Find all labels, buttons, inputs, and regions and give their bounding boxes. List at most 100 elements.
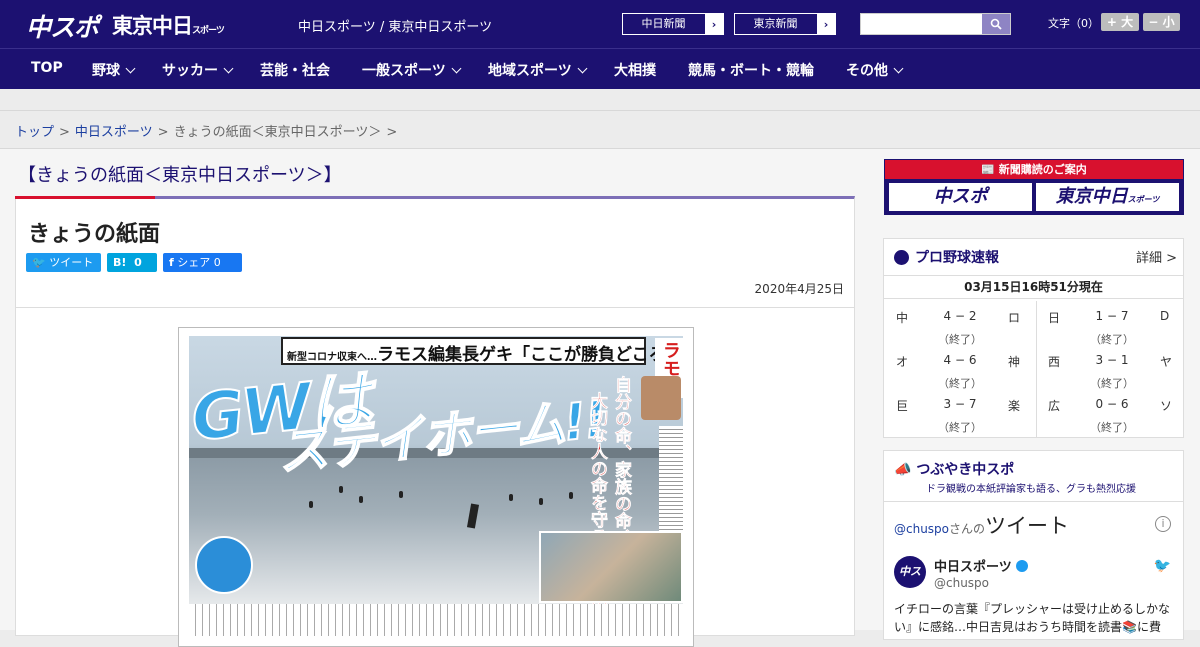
band-main-text: ラモス編集長ゲキ「ここが勝負どころ」 [377,345,683,365]
team-away: D [1160,309,1170,323]
newspaper-front-page-image[interactable]: 新型コロナ収束へ…ラモス編集長ゲキ「ここが勝負どころ」 GWは ステイホーム!!… [178,327,694,647]
embed-suffix: さんの [949,522,986,536]
newspaper-icon: 📰 [981,163,995,176]
team-home: 西 [1048,355,1061,369]
breadcrumb-current: きょうの紙面＜東京中日スポーツ＞ [173,125,382,140]
team-home: オ [896,355,909,369]
ad-banner-text: 📰 新聞購読のご案内 [885,160,1183,179]
game-score[interactable]: 広 0 − 6 ソ （終了） [1036,389,1186,434]
game-score[interactable]: 西 3 − 1 ヤ （終了） [1036,345,1186,390]
tweet-author-name[interactable]: 中日スポーツ [934,556,1028,575]
nav-item-entertainment[interactable]: 芸能・社会 [260,60,330,80]
ad-logo-text: 東京中日 [1055,186,1128,207]
article-title: きょうの紙面 [28,222,161,247]
surfer-figure [359,496,363,503]
breadcrumb: トップ > 中日スポーツ > きょうの紙面＜東京中日スポーツ＞ > [0,111,1200,149]
text-column [659,426,683,536]
nav-item-general-sports[interactable]: 一般スポーツ [362,60,462,80]
logo-secondary-small: スポーツ [192,26,225,36]
font-bigger-button[interactable]: + 大 [1101,13,1139,31]
top-bar: 中スポ 東京中日スポーツ 中日スポーツ / 東京中日スポーツ 中日新聞 › 東京新… [0,0,1200,48]
game-status: （終了） [938,421,982,434]
nav-item-baseball[interactable]: 野球 [92,60,136,80]
font-smaller-button[interactable]: − 小 [1143,13,1180,31]
search-input[interactable] [860,13,1011,35]
game-status: （終了） [1090,421,1134,434]
twitter-box-title: 📣 つぶやき中スポ [894,459,1014,479]
breadcrumb-chuspo[interactable]: 中日スポーツ [75,125,153,140]
tweet-text[interactable]: イチローの言葉『プレッシャーは受け止めるしかない』に感銘…中日吉見はおうち時間を… [894,600,1174,636]
nav-item-other[interactable]: その他 [846,60,904,80]
baseball-title: プロ野球速報 [894,247,999,267]
vertical-headline-1: 自分の命、家族の命、 [611,376,632,547]
embed-big-label: ツイート [985,514,1070,538]
chuspo-logo[interactable]: 中スポ [26,8,99,44]
team-away: 神 [1008,355,1021,369]
score: 3 − 7 [943,397,977,411]
facebook-share-button[interactable]: f シェア 0 [163,253,242,272]
nav-label: 地域スポーツ [488,63,572,79]
nav-item-soccer[interactable]: サッカー [162,60,234,80]
twitter-icon: 🐦 [32,256,46,269]
score: 0 − 6 [1095,397,1129,411]
circle-badge [195,536,253,594]
chunichi-shimbun-label: 中日新聞 [623,14,705,34]
score: 4 − 6 [943,353,977,367]
baseball-icon [894,249,909,265]
breadcrumb-separator: > [386,125,398,140]
subscription-ad[interactable]: 📰 新聞購読のご案内 中スポ 東京中日スポーツ [884,159,1184,215]
nav-item-regional-sports[interactable]: 地域スポーツ [488,60,588,80]
ad-logo-tokyo-chunichi[interactable]: 東京中日スポーツ [1036,183,1179,211]
article-text-columns [189,604,683,636]
avatar[interactable]: 中スポ [894,556,926,610]
tweet-author-handle[interactable]: @chuspo [934,576,989,590]
baseball-detail-link[interactable]: 詳細 > [1136,247,1177,266]
score: 1 − 7 [1095,309,1129,323]
facebook-icon: f [169,256,174,269]
hatena-button[interactable]: B! 0 [107,253,157,272]
chunichi-shimbun-button[interactable]: 中日新聞 › [622,13,724,35]
street-photo [539,531,683,603]
chevron-down-icon [893,63,904,74]
nav-label: 野球 [92,63,120,79]
chevron-down-icon [125,63,136,74]
nav-item-top[interactable]: TOP [31,60,63,76]
embed-handle-link[interactable]: @chuspo [894,522,949,536]
ad-logo-chuspo[interactable]: 中スポ [889,183,1032,211]
nav-label: TOP [31,60,63,76]
game-score[interactable]: 中 4 − 2 ロ （終了） [884,301,1034,346]
info-icon[interactable]: i [1155,516,1171,532]
embed-title: @chuspoさんのツイート [894,510,1069,540]
logo-secondary-text: 東京中日 [112,14,193,38]
breadcrumb-top[interactable]: トップ [15,125,54,140]
team-away: ソ [1160,399,1173,413]
sub-bar [0,89,1200,111]
game-score[interactable]: オ 4 − 6 神 （終了） [884,345,1034,390]
baseball-title-text: プロ野球速報 [915,250,999,266]
tokyo-chunichi-logo[interactable]: 東京中日スポーツ [112,10,225,40]
twitter-embed: @chuspoさんのツイート i 中スポ 中日スポーツ @chuspo 🐦 イチ… [884,501,1183,634]
surfer-figure [399,491,403,498]
chevron-down-icon [577,63,588,74]
scores-as-of: 03月15日16時51分現在 [884,275,1183,299]
twitter-bird-icon[interactable]: 🐦 [1154,558,1171,574]
nav-item-sumo[interactable]: 大相撲 [614,60,656,80]
twitter-box-subtitle: ドラ観戦の本紙評論家も語る、グラも熱烈応援 [926,484,1136,495]
team-away: 楽 [1008,399,1021,413]
nav-item-keiba[interactable]: 競馬・ボート・競輪 [688,60,814,80]
font-size-label: 文字（0） [1048,17,1099,30]
search-button[interactable] [982,14,1010,34]
tweet-author-name-text: 中日スポーツ [934,560,1012,575]
nav-label: その他 [846,63,888,79]
breadcrumb-separator: > [157,125,169,140]
site-link[interactable]: 中日スポーツ / 東京中日スポーツ [298,16,492,35]
game-score[interactable]: 巨 3 − 7 楽 （終了） [884,389,1034,434]
tokyo-shimbun-button[interactable]: 東京新聞 › [734,13,836,35]
megaphone-icon: 📣 [894,462,912,478]
tokyo-shimbun-label: 東京新聞 [735,14,817,34]
hatena-icon: B! [113,256,127,269]
game-score[interactable]: 日 1 − 7 D （終了） [1036,301,1186,346]
tweet-button[interactable]: 🐦 ツイート [26,253,101,272]
nav-label: 一般スポーツ [362,63,446,79]
score: 3 − 1 [1095,353,1129,367]
